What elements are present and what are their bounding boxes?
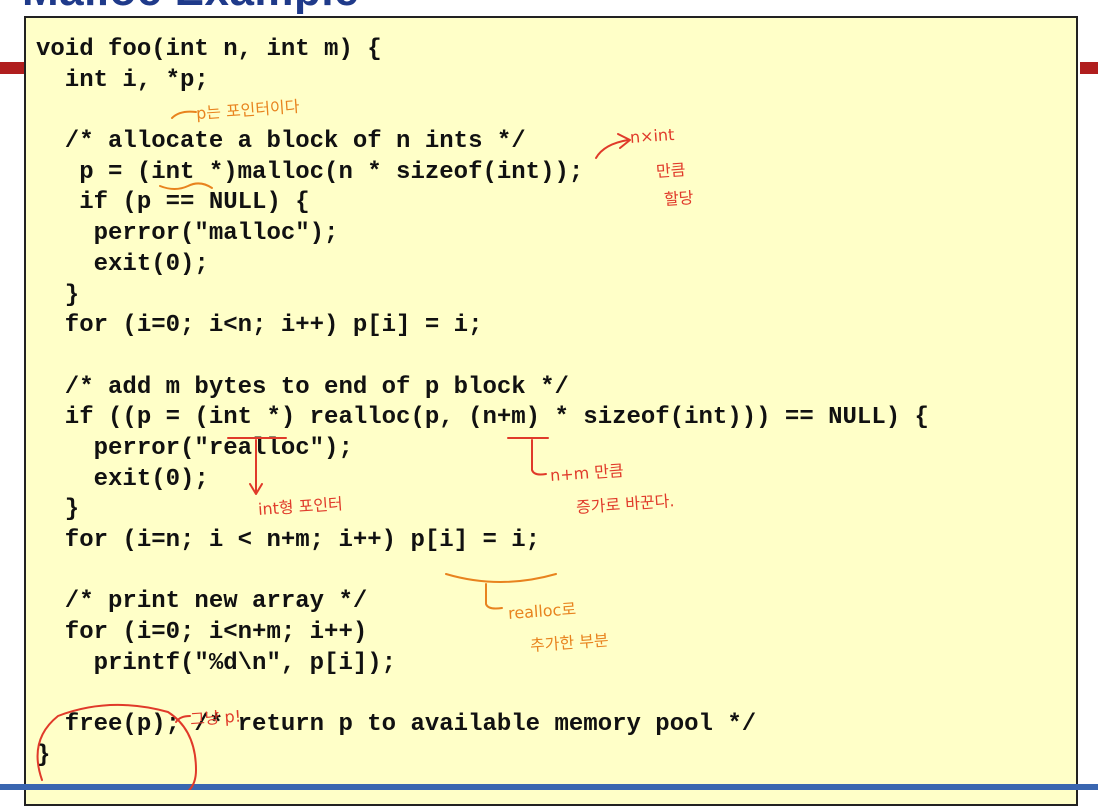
code-line-24: } bbox=[36, 741, 51, 769]
code-line-17: for (i=n; i < n+m; i++) p[i] = i; bbox=[36, 527, 541, 554]
code-line-7: perror("malloc"); bbox=[36, 220, 339, 248]
slide-title: Malloc Example bbox=[22, 0, 359, 16]
title-rule-right bbox=[1080, 62, 1098, 74]
code-box: void foo(int n, int m) { int i, *p; /* a… bbox=[24, 16, 1078, 806]
code-line-12: /* add m bytes to end of p block */ bbox=[36, 373, 569, 401]
code-line-13: if ((p = (int *) realloc(p, (n+m) * size… bbox=[36, 404, 929, 432]
code-line-6: if (p == NULL) { bbox=[36, 189, 310, 217]
code-line-14: perror("realloc"); bbox=[36, 434, 353, 462]
code-line-2: int i, *p; bbox=[36, 66, 209, 94]
footer-bar bbox=[0, 784, 1098, 790]
note-n-times-int: n×int bbox=[629, 124, 675, 147]
code-line-10: for (i=0; i<n; i++) p[i] = i; bbox=[36, 312, 483, 340]
code-line-16: } bbox=[36, 496, 80, 524]
code-line-19: /* print new array */ bbox=[36, 588, 368, 616]
code-line-9: } bbox=[36, 281, 80, 309]
note-amount: 만큼 bbox=[655, 159, 687, 181]
code-line-1: void foo(int n, int m) { bbox=[36, 36, 382, 63]
code-line-20: for (i=0; i<n+m; i++) bbox=[36, 619, 368, 647]
code-line-5: p = (int *)malloc(n * sizeof(int)); bbox=[36, 158, 584, 186]
code-line-21: printf("%d\n", p[i]); bbox=[36, 649, 397, 677]
code-line-4: /* allocate a block of n ints */ bbox=[36, 128, 526, 156]
note-just-p: 그냥 p! bbox=[189, 706, 242, 729]
note-realloc-with: realloc로 bbox=[507, 599, 577, 623]
note-n-plus-m-amount: n+m 만큼 bbox=[549, 460, 625, 485]
code-block: void foo(int n, int m) { int i, *p; /* a… bbox=[36, 35, 929, 772]
title-rule-left bbox=[0, 62, 24, 74]
code-line-15: exit(0); bbox=[36, 465, 209, 493]
code-line-23: free(p); /* return p to available memory… bbox=[36, 711, 757, 739]
note-allocate: 할당 bbox=[663, 187, 695, 209]
code-line-8: exit(0); bbox=[36, 250, 209, 278]
